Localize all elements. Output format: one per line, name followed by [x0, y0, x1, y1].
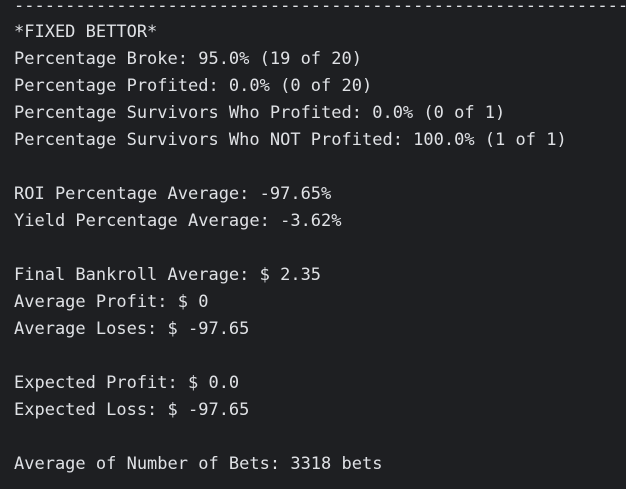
stat-line-percentage-profited: Percentage Profited: 0.0% (0 of 20): [14, 76, 373, 96]
stat-line-average-loses: Average Loses: $ -97.65: [14, 319, 250, 339]
stat-line-percentage-broke: Percentage Broke: 95.0% (19 of 20): [14, 49, 362, 69]
stat-line-final-bankroll: Final Bankroll Average: $ 2.35: [14, 265, 322, 285]
section-title: *FIXED BETTOR*: [14, 22, 158, 42]
stat-line-expected-loss: Expected Loss: $ -97.65: [14, 400, 250, 420]
stat-line-average-profit: Average Profit: $ 0: [14, 292, 209, 312]
stat-line-expected-profit: Expected Profit: $ 0.0: [14, 373, 240, 393]
divider-line: ----------------------------------------…: [14, 0, 626, 16]
stat-line-survivors-not-profited: Percentage Survivors Who NOT Profited: 1…: [14, 130, 567, 150]
stat-line-yield-average: Yield Percentage Average: -3.62%: [14, 211, 342, 231]
stat-line-roi-average: ROI Percentage Average: -97.65%: [14, 184, 332, 204]
stat-line-average-bets: Average of Number of Bets: 3318 bets: [14, 454, 383, 474]
stat-line-survivors-profited: Percentage Survivors Who Profited: 0.0% …: [14, 103, 506, 123]
terminal-output: ----------------------------------------…: [0, 0, 626, 489]
